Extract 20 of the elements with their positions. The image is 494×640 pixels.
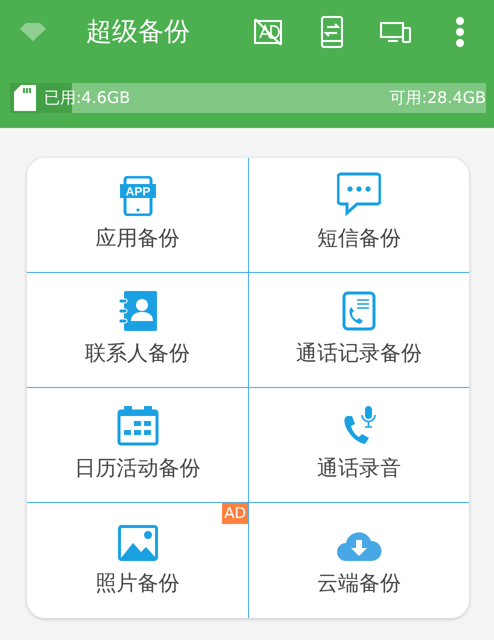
backup-tile[interactable]: 短信备份 bbox=[248, 158, 469, 273]
ad-badge: AD bbox=[222, 503, 248, 524]
sd-card-icon bbox=[14, 85, 36, 111]
message-icon bbox=[337, 172, 381, 216]
backup-tile[interactable]: 日历活动备份 bbox=[27, 388, 248, 503]
no-ads-icon bbox=[253, 18, 283, 46]
diamond-icon bbox=[20, 23, 46, 41]
phone-transfer-icon bbox=[321, 16, 343, 48]
backup-tile[interactable]: APP 应用备份 bbox=[27, 158, 248, 273]
devices-icon bbox=[380, 20, 412, 44]
backup-tile[interactable]: 联系人备份 bbox=[27, 273, 248, 388]
backup-tile[interactable]: 通话录音 bbox=[248, 388, 469, 503]
backup-tile[interactable]: 云端备份 bbox=[248, 503, 469, 618]
app-label: APP bbox=[125, 184, 150, 198]
app-title: 超级备份 bbox=[86, 19, 190, 45]
more-icon bbox=[455, 16, 465, 48]
backup-tile[interactable]: 通话记录备份 bbox=[248, 273, 469, 388]
storage-used-text: 已用:4.6GB bbox=[44, 90, 130, 106]
backup-tile[interactable]: 照片备份 AD bbox=[27, 503, 248, 618]
storage-available-text: 可用:28.4GB bbox=[390, 90, 486, 106]
